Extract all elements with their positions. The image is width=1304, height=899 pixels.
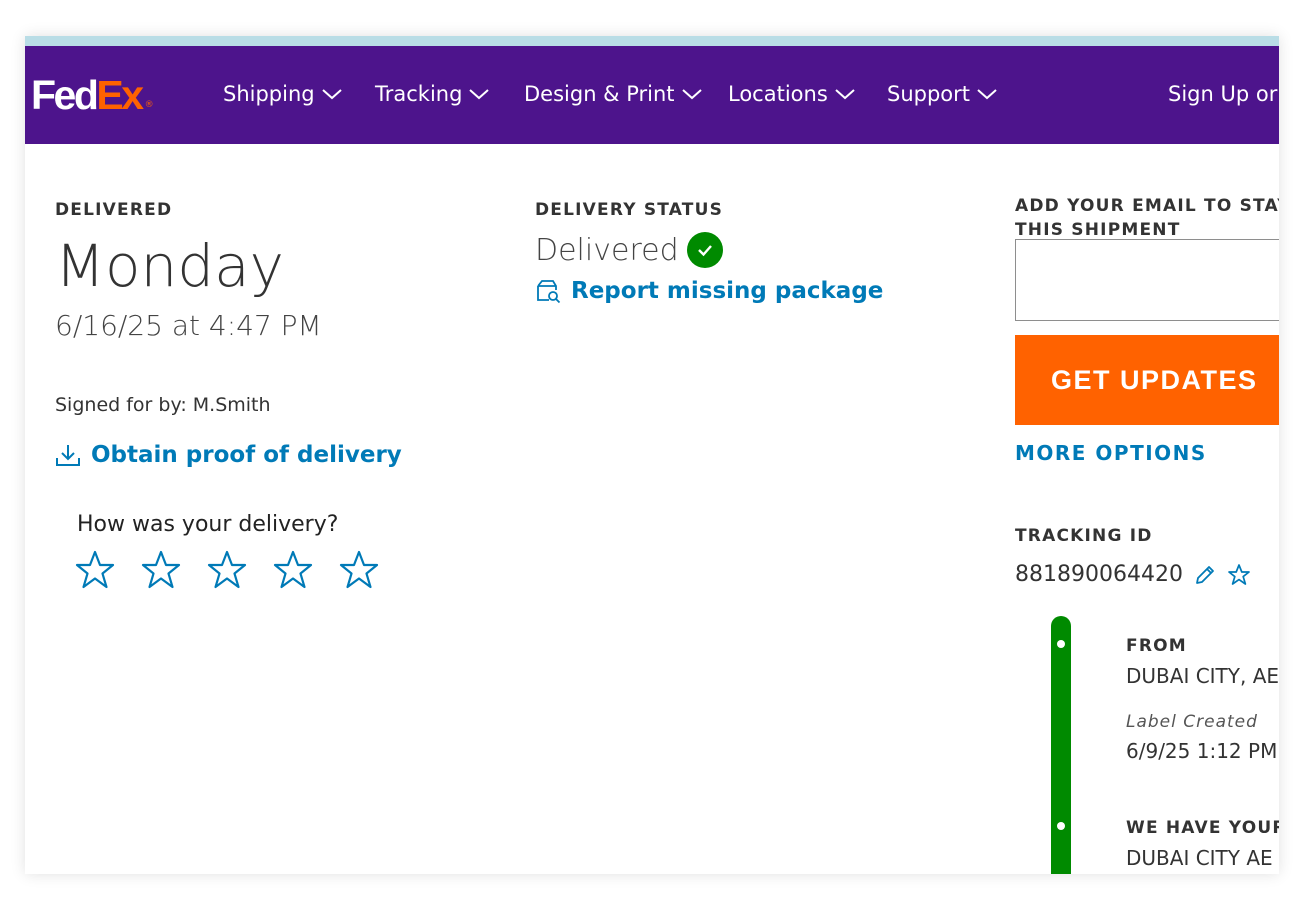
chevron-down-icon (977, 89, 997, 100)
proof-of-delivery-label: Obtain proof of delivery (91, 442, 402, 468)
timeline-event2-location: DUBAI CITY AE (1126, 846, 1273, 870)
more-options-link[interactable]: MORE OPTIONS (1015, 441, 1207, 465)
star-icon[interactable] (273, 550, 313, 590)
email-input[interactable] (1015, 239, 1279, 321)
nav-locations[interactable]: Locations (728, 82, 856, 106)
rating-stars (75, 550, 379, 590)
nav-tracking-label: Tracking (375, 82, 463, 106)
logo-registered: ® (144, 100, 154, 110)
page-frame: FedEx ® Shipping Tracking Design & Print … (25, 36, 1279, 874)
delivered-heading: DELIVERED (55, 200, 173, 220)
timeline-event-label: Label Created (1126, 712, 1258, 732)
download-icon (56, 445, 80, 466)
timeline-dot (1057, 822, 1065, 830)
star-icon[interactable] (207, 550, 247, 590)
report-missing-package-label: Report missing package (571, 278, 884, 304)
delivery-status-value: Delivered (535, 232, 679, 268)
top-navigation-bar: FedEx ® Shipping Tracking Design & Print … (25, 46, 1279, 144)
nav-shipping-label: Shipping (223, 82, 315, 106)
proof-of-delivery-link[interactable]: Obtain proof of delivery (55, 442, 402, 468)
star-icon[interactable] (141, 550, 181, 590)
timeline-event2-heading: WE HAVE YOUR (1126, 818, 1279, 838)
check-circle-icon (686, 232, 723, 268)
rating-question: How was your delivery? (77, 512, 339, 537)
chevron-down-icon (321, 89, 342, 100)
get-updates-button[interactable]: GET UPDATES (1015, 335, 1279, 425)
timeline-from-heading: FROM (1126, 636, 1187, 656)
email-updates-label: ADD YOUR EMAIL TO STAY THIS SHIPMENT (1015, 194, 1279, 242)
chevron-down-icon (681, 89, 702, 100)
email-label-line1: ADD YOUR EMAIL TO STAY (1015, 196, 1279, 216)
chevron-down-icon (835, 89, 855, 100)
star-icon[interactable] (75, 550, 115, 590)
delivery-status: Delivered (535, 232, 723, 268)
nav-support-label: Support (887, 82, 971, 106)
nav-tracking[interactable]: Tracking (375, 82, 490, 106)
tracking-id: 881890064420 (1015, 562, 1251, 587)
report-missing-package-link[interactable]: Report missing package (535, 278, 883, 304)
signed-for-text: Signed for by: M.Smith (55, 394, 271, 416)
sign-up-login-link[interactable]: Sign Up or L (1168, 82, 1279, 106)
timeline-progress-bar (1051, 616, 1071, 874)
logo-fed: Fed (31, 72, 99, 118)
package-search-icon (537, 280, 561, 304)
nav-support[interactable]: Support (887, 82, 998, 106)
nav-shipping[interactable]: Shipping (223, 82, 343, 106)
timeline-event-time: 6/9/25 1:12 PM (1126, 739, 1278, 763)
chevron-down-icon (469, 89, 490, 100)
delivery-datetime: 6/16/25 at 4:47 PM (55, 309, 322, 342)
top-accent-bar (25, 36, 1279, 46)
nav-design-print[interactable]: Design & Print (524, 82, 703, 106)
logo-ex: Ex (96, 72, 144, 118)
star-icon[interactable] (339, 550, 379, 590)
delivery-day: Monday (55, 232, 284, 300)
nav-design-print-label: Design & Print (524, 82, 675, 106)
nav-locations-label: Locations (728, 82, 828, 106)
tracking-number: 881890064420 (1015, 562, 1183, 587)
fedex-logo[interactable]: FedEx ® (31, 72, 154, 120)
timeline-dot (1057, 640, 1065, 648)
delivery-status-heading: DELIVERY STATUS (535, 200, 724, 220)
star-icon[interactable] (1227, 563, 1251, 587)
pencil-icon[interactable] (1193, 563, 1217, 587)
tracking-id-heading: TRACKING ID (1015, 526, 1153, 546)
timeline-from-location: DUBAI CITY, AE (1126, 664, 1279, 688)
